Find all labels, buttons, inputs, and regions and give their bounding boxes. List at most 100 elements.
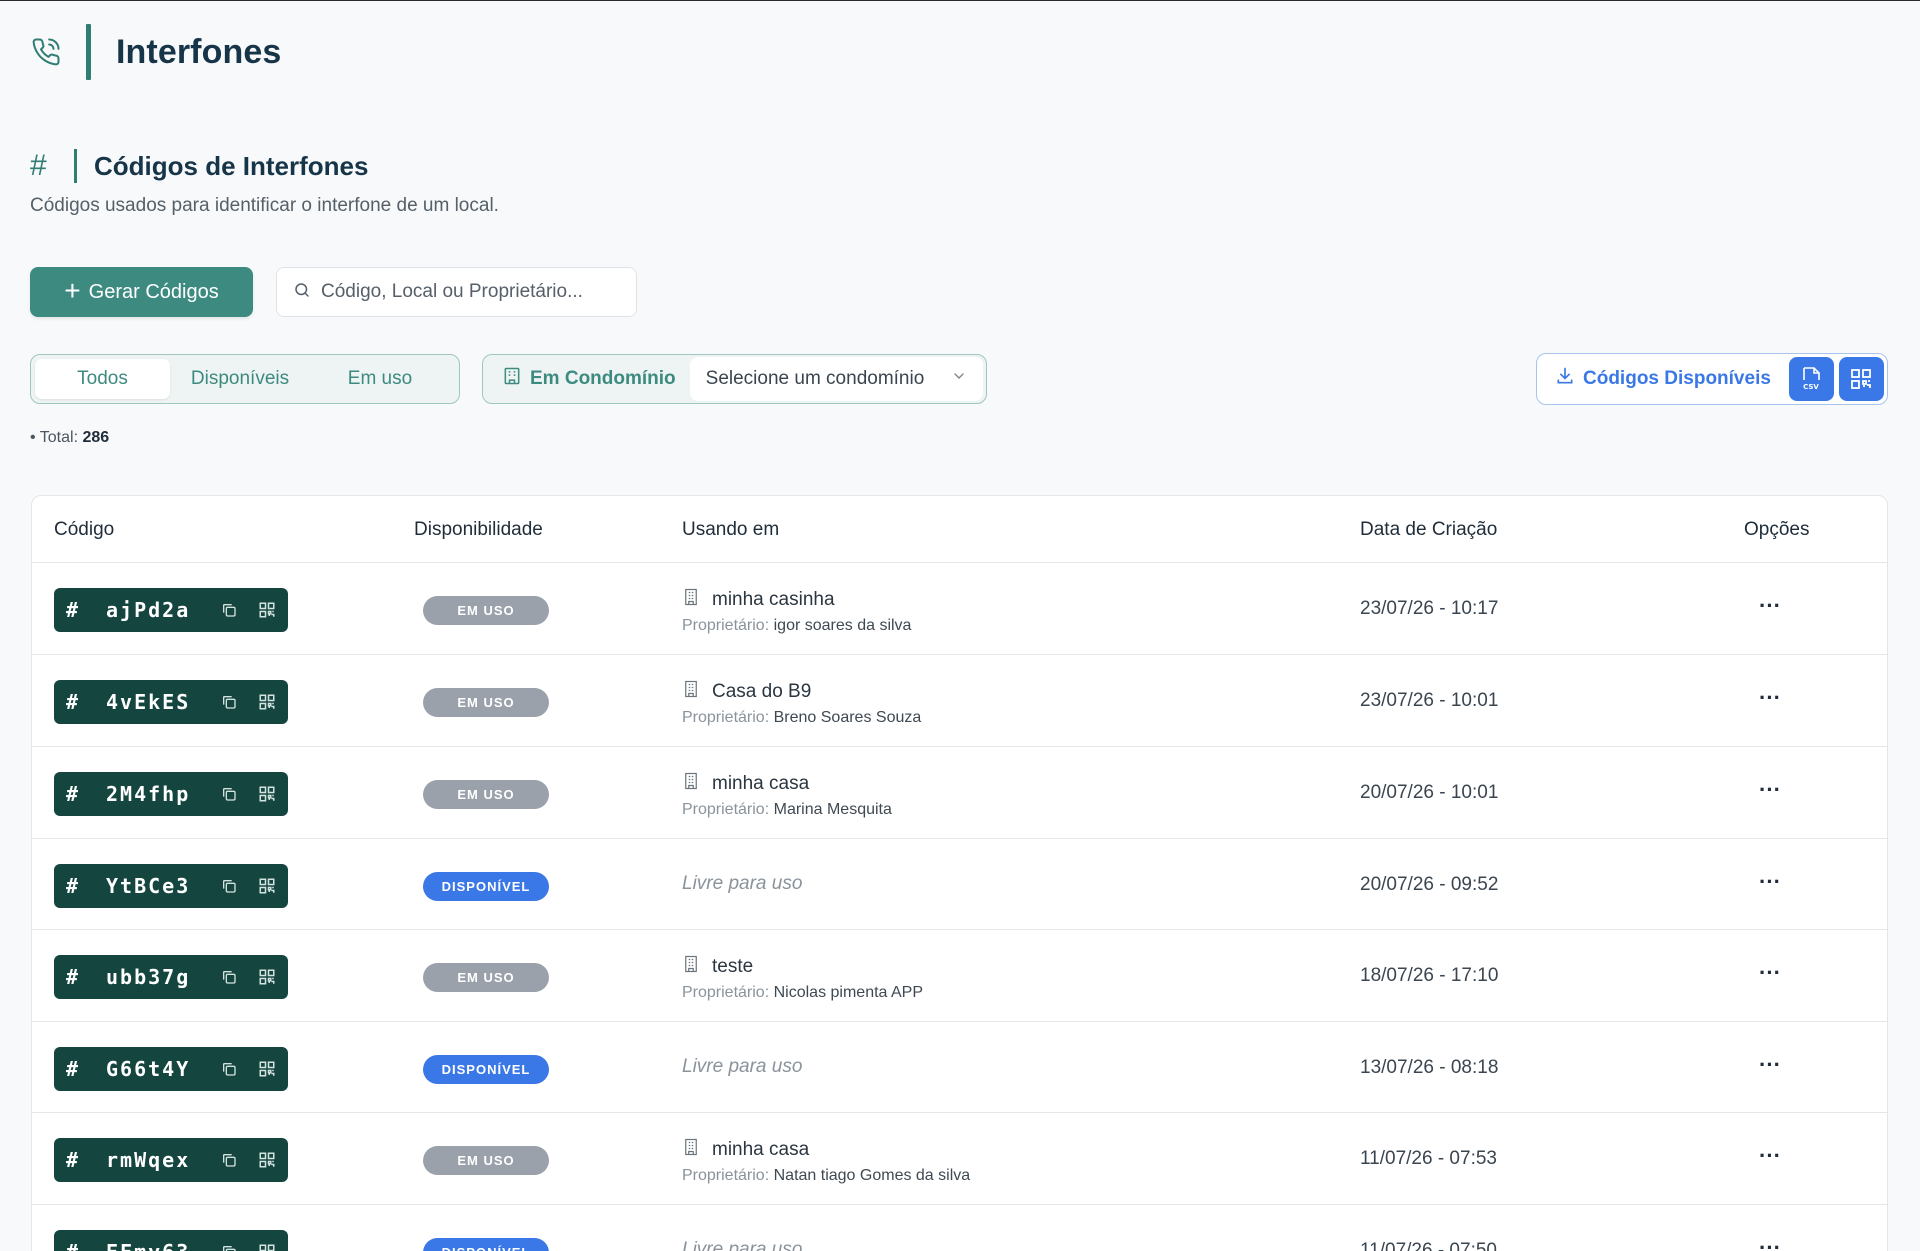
owner-label: Proprietário: bbox=[682, 709, 770, 726]
more-options-icon[interactable]: ··· bbox=[1759, 960, 1781, 986]
building-icon bbox=[682, 587, 700, 613]
created-date: 20/07/26 - 09:52 bbox=[1360, 874, 1499, 895]
code-value: YtBCe3 bbox=[106, 874, 191, 898]
owner-label: Proprietário: bbox=[682, 617, 770, 634]
qr-code-icon[interactable] bbox=[256, 1241, 278, 1251]
copy-icon[interactable] bbox=[218, 875, 240, 897]
more-options-icon[interactable]: ··· bbox=[1759, 685, 1781, 711]
code-chip: # 4vEkES bbox=[54, 680, 288, 724]
owner-line: Proprietário: Breno Soares Souza bbox=[682, 709, 921, 727]
hash-icon: # bbox=[66, 874, 79, 898]
free-for-use: Livre para uso bbox=[682, 1239, 803, 1251]
section-header: # Códigos de Interfones bbox=[30, 149, 368, 183]
code-value: ajPd2a bbox=[106, 598, 191, 622]
qr-code-icon[interactable] bbox=[256, 875, 278, 897]
generate-codes-button[interactable]: + Gerar Códigos bbox=[30, 267, 253, 317]
status-badge: EM USO bbox=[423, 780, 549, 809]
building-icon bbox=[682, 771, 700, 797]
qr-code-icon[interactable] bbox=[256, 783, 278, 805]
chevron-down-icon bbox=[951, 368, 967, 390]
total-value: 286 bbox=[82, 429, 110, 446]
more-options-icon[interactable]: ··· bbox=[1759, 869, 1781, 895]
condo-select-placeholder: Selecione um condomínio bbox=[705, 368, 925, 389]
copy-icon[interactable] bbox=[218, 1241, 240, 1251]
table-row: # YtBCe3 DISPONÍVEL Livre para uso 20/07… bbox=[32, 839, 1887, 930]
section-divider bbox=[74, 149, 77, 183]
qr-code-icon[interactable] bbox=[256, 1058, 278, 1080]
tab-disponiveis[interactable]: Disponíveis bbox=[170, 359, 310, 399]
table-header: Código Disponibilidade Usando em Data de… bbox=[32, 496, 1887, 563]
copy-icon[interactable] bbox=[218, 966, 240, 988]
export-group: Códigos Disponíveis CSV bbox=[1536, 353, 1888, 405]
phone-icon bbox=[30, 36, 62, 68]
hash-icon: # bbox=[66, 598, 79, 622]
copy-icon[interactable] bbox=[218, 1149, 240, 1171]
more-options-icon[interactable]: ··· bbox=[1759, 593, 1781, 619]
created-date: 11/07/26 - 07:50 bbox=[1360, 1240, 1497, 1251]
owner-label: Proprietário: bbox=[682, 1167, 770, 1184]
page-header: Interfones bbox=[30, 23, 281, 81]
place-line: minha casinha bbox=[682, 587, 911, 613]
table-row: # ajPd2a EM USO minha casinha Proprietár… bbox=[32, 563, 1887, 655]
created-date: 11/07/26 - 07:53 bbox=[1360, 1148, 1497, 1169]
code-value: 4vEkES bbox=[106, 690, 191, 714]
owner-line: Proprietário: Natan tiago Gomes da silva bbox=[682, 1167, 970, 1185]
place-line: minha casa bbox=[682, 771, 892, 797]
created-date: 23/07/26 - 10:17 bbox=[1360, 598, 1499, 619]
qr-code-icon[interactable] bbox=[256, 1149, 278, 1171]
more-options-icon[interactable]: ··· bbox=[1759, 1235, 1781, 1251]
building-icon bbox=[502, 366, 522, 392]
building-icon bbox=[682, 1137, 700, 1163]
table-row: # G66t4Y DISPONÍVEL Livre para uso 13/07… bbox=[32, 1022, 1887, 1113]
more-options-icon[interactable]: ··· bbox=[1759, 1052, 1781, 1078]
search-input[interactable] bbox=[321, 281, 611, 303]
hash-icon: # bbox=[66, 1148, 79, 1172]
copy-icon[interactable] bbox=[218, 691, 240, 713]
place-name: minha casinha bbox=[712, 589, 835, 610]
place-line: minha casa bbox=[682, 1137, 970, 1163]
using-in-cell: minha casa Proprietário: Marina Mesquita bbox=[682, 771, 892, 819]
place-name: teste bbox=[712, 956, 754, 977]
codes-table: Código Disponibilidade Usando em Data de… bbox=[31, 495, 1888, 1251]
tab-em-uso[interactable]: Em uso bbox=[310, 359, 450, 399]
section-title: Códigos de Interfones bbox=[94, 150, 369, 181]
qr-code-icon[interactable] bbox=[256, 599, 278, 621]
condo-filter: Em Condomínio Selecione um condomínio bbox=[482, 354, 987, 404]
using-in-cell: Casa do B9 Proprietário: Breno Soares So… bbox=[682, 679, 921, 727]
owner-line: Proprietário: Marina Mesquita bbox=[682, 801, 892, 819]
copy-icon[interactable] bbox=[218, 783, 240, 805]
hash-icon: # bbox=[66, 1240, 88, 1251]
created-date: 20/07/26 - 10:01 bbox=[1360, 782, 1499, 803]
owner-name: Marina Mesquita bbox=[773, 801, 892, 818]
table-row: # EFmy63 DISPONÍVEL Livre para uso 11/07… bbox=[32, 1205, 1887, 1251]
plus-icon: + bbox=[64, 274, 81, 306]
using-in-cell: minha casinha Proprietário: igor soares … bbox=[682, 587, 911, 635]
tab-todos[interactable]: Todos bbox=[35, 359, 170, 399]
qr-code-icon[interactable] bbox=[256, 691, 278, 713]
more-options-icon[interactable]: ··· bbox=[1759, 777, 1781, 803]
export-label: Códigos Disponíveis bbox=[1583, 368, 1771, 389]
total-label: Total: bbox=[39, 429, 79, 446]
code-chip: # rmWqex bbox=[54, 1138, 288, 1182]
export-csv-button[interactable]: CSV bbox=[1788, 357, 1834, 401]
building-icon bbox=[682, 954, 700, 980]
more-options-icon[interactable]: ··· bbox=[1759, 1143, 1781, 1169]
code-value: 2M4fhp bbox=[106, 782, 191, 806]
search-icon bbox=[293, 281, 311, 304]
section-description: Códigos usados para identificar o interf… bbox=[30, 195, 499, 216]
using-in-cell: minha casa Proprietário: Natan tiago Gom… bbox=[682, 1137, 970, 1185]
export-available-codes[interactable]: Códigos Disponíveis bbox=[1555, 366, 1771, 392]
code-value: G66t4Y bbox=[106, 1057, 191, 1081]
table-row: # rmWqex EM USO minha casa Proprietário:… bbox=[32, 1113, 1887, 1205]
condo-select[interactable]: Selecione um condomínio bbox=[689, 357, 983, 401]
condo-filter-label-wrap: Em Condomínio bbox=[486, 366, 690, 392]
created-date: 13/07/26 - 08:18 bbox=[1360, 1057, 1499, 1078]
export-qr-button[interactable] bbox=[1838, 357, 1884, 401]
copy-icon[interactable] bbox=[218, 1058, 240, 1080]
copy-icon[interactable] bbox=[218, 599, 240, 621]
status-badge: EM USO bbox=[423, 1146, 549, 1175]
code-value: EFmy63 bbox=[106, 1240, 212, 1251]
qr-code-icon[interactable] bbox=[256, 966, 278, 988]
col-data-criacao: Data de Criação bbox=[1360, 519, 1498, 540]
code-chip: # 2M4fhp bbox=[54, 772, 288, 816]
